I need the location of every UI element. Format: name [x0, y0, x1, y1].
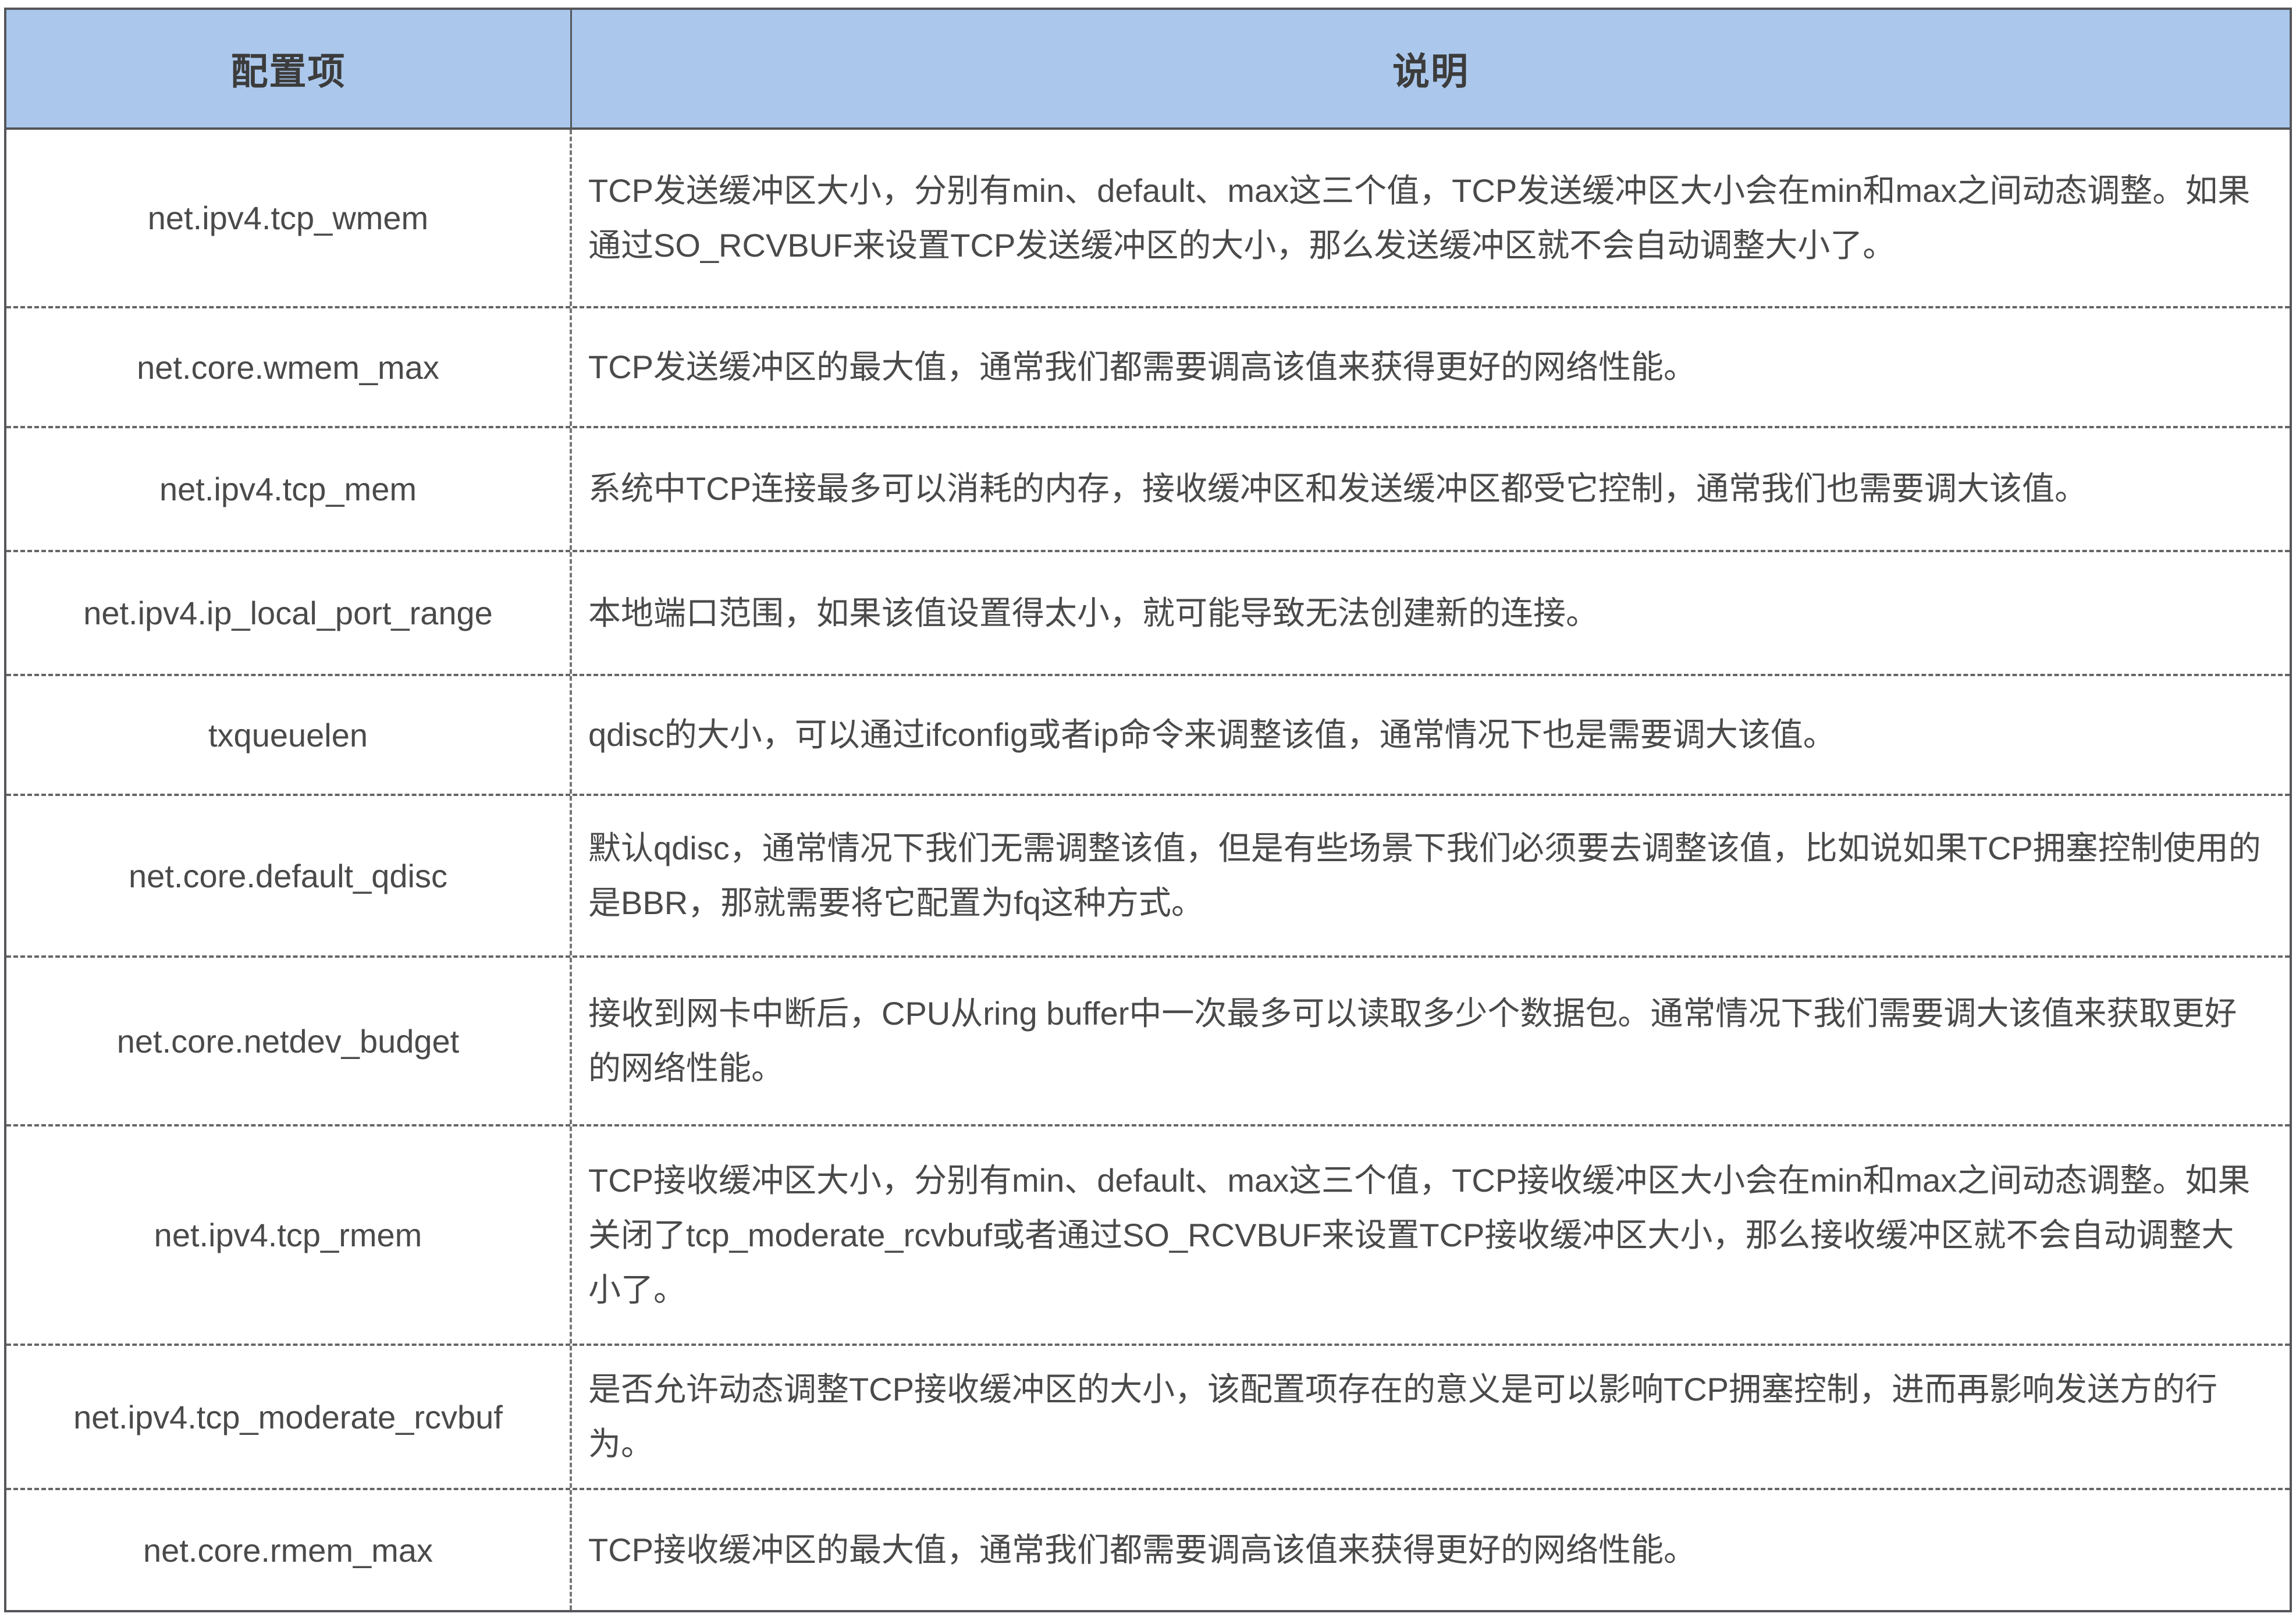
table-row: net.core.wmem_max TCP发送缓冲区的最大值，通常我们都需要调高… [6, 308, 2290, 428]
description-cell: 本地端口范围，如果该值设置得太小，就可能导致无法创建新的连接。 [572, 552, 2290, 674]
description-text: 系统中TCP连接最多可以消耗的内存，接收缓冲区和发送缓冲区都受它控制，通常我们也… [588, 461, 2087, 516]
description-text: 本地端口范围，如果该值设置得太小，就可能导致无法创建新的连接。 [588, 586, 1598, 641]
description-text: 接收到网卡中断后，CPU从ring buffer中一次最多可以读取多少个数据包。… [588, 986, 2266, 1096]
description-cell: TCP发送缓冲区的最大值，通常我们都需要调高该值来获得更好的网络性能。 [572, 308, 2290, 426]
description-cell: TCP接收缓冲区大小，分别有min、default、max这三个值，TCP接收缓… [572, 1126, 2290, 1344]
column-header-config: 配置项 [6, 10, 572, 127]
table-row: net.ipv4.tcp_wmem TCP发送缓冲区大小，分别有min、defa… [6, 130, 2290, 308]
table-row: net.ipv4.tcp_rmem TCP接收缓冲区大小，分别有min、defa… [6, 1126, 2290, 1346]
description-cell: 接收到网卡中断后，CPU从ring buffer中一次最多可以读取多少个数据包。… [572, 958, 2290, 1124]
table-row: txqueuelen qdisc的大小，可以通过ifconfig或者ip命令来调… [6, 676, 2290, 796]
description-text: 是否允许动态调整TCP接收缓冲区的大小，该配置项存在的意义是可以影响TCP拥塞控… [588, 1362, 2266, 1472]
config-name-cell: net.ipv4.tcp_rmem [6, 1126, 572, 1344]
config-name-cell: net.ipv4.tcp_wmem [6, 130, 572, 306]
column-header-description: 说明 [572, 10, 2290, 127]
description-cell: qdisc的大小，可以通过ifconfig或者ip命令来调整该值，通常情况下也是… [572, 676, 2290, 794]
config-name-cell: txqueuelen [6, 676, 572, 794]
table-row: net.ipv4.ip_local_port_range 本地端口范围，如果该值… [6, 552, 2290, 677]
table-row: net.core.default_qdisc 默认qdisc，通常情况下我们无需… [6, 796, 2290, 958]
table-row: net.core.netdev_budget 接收到网卡中断后，CPU从ring… [6, 958, 2290, 1126]
description-cell: 默认qdisc，通常情况下我们无需调整该值，但是有些场景下我们必须要去调整该值，… [572, 796, 2290, 955]
description-text: TCP发送缓冲区大小，分别有min、default、max这三个值，TCP发送缓… [588, 164, 2266, 273]
description-text: TCP接收缓冲区的最大值，通常我们都需要调高该值来获得更好的网络性能。 [588, 1523, 1696, 1577]
config-name-cell: net.core.default_qdisc [6, 796, 572, 955]
description-cell: 是否允许动态调整TCP接收缓冲区的大小，该配置项存在的意义是可以影响TCP拥塞控… [572, 1346, 2290, 1488]
description-text: qdisc的大小，可以通过ifconfig或者ip命令来调整该值，通常情况下也是… [588, 708, 1836, 762]
description-text: 默认qdisc，通常情况下我们无需调整该值，但是有些场景下我们必须要去调整该值，… [588, 821, 2266, 930]
config-name-cell: net.ipv4.ip_local_port_range [6, 552, 572, 674]
description-text: TCP接收缓冲区大小，分别有min、default、max这三个值，TCP接收缓… [588, 1153, 2266, 1317]
description-cell: 系统中TCP连接最多可以消耗的内存，接收缓冲区和发送缓冲区都受它控制，通常我们也… [572, 428, 2290, 550]
config-table: 配置项 说明 net.ipv4.tcp_wmem TCP发送缓冲区大小，分别有m… [4, 8, 2292, 1612]
table-row: net.core.rmem_max TCP接收缓冲区的最大值，通常我们都需要调高… [6, 1490, 2290, 1610]
config-name-cell: net.core.rmem_max [6, 1490, 572, 1610]
config-name-cell: net.core.wmem_max [6, 308, 572, 426]
config-name-cell: net.ipv4.tcp_moderate_rcvbuf [6, 1346, 572, 1488]
config-name-cell: net.core.netdev_budget [6, 958, 572, 1124]
table-row: net.ipv4.tcp_mem 系统中TCP连接最多可以消耗的内存，接收缓冲区… [6, 428, 2290, 552]
table-row: net.ipv4.tcp_moderate_rcvbuf 是否允许动态调整TCP… [6, 1346, 2290, 1490]
table-header-row: 配置项 说明 [6, 10, 2290, 130]
description-cell: TCP发送缓冲区大小，分别有min、default、max这三个值，TCP发送缓… [572, 130, 2290, 306]
config-name-cell: net.ipv4.tcp_mem [6, 428, 572, 550]
description-cell: TCP接收缓冲区的最大值，通常我们都需要调高该值来获得更好的网络性能。 [572, 1490, 2290, 1610]
description-text: TCP发送缓冲区的最大值，通常我们都需要调高该值来获得更好的网络性能。 [588, 340, 1696, 395]
